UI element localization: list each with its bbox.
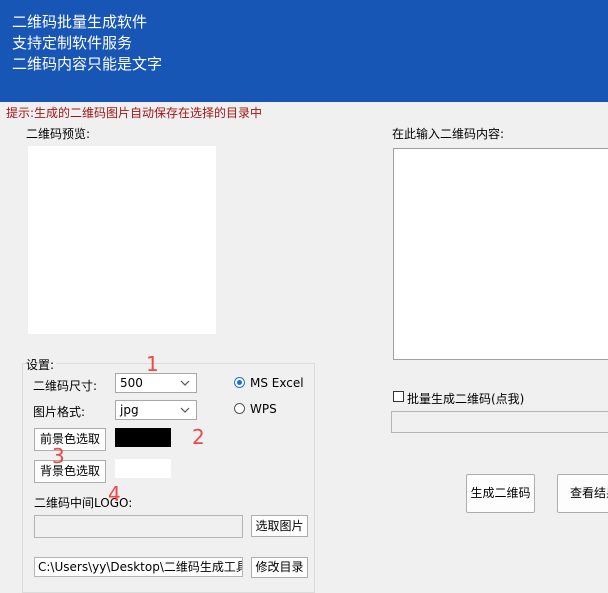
generate-button[interactable]: 生成二维码 — [466, 474, 535, 513]
foreground-color-swatch — [115, 428, 171, 447]
annotation-number: 3 — [52, 444, 65, 468]
pick-image-button[interactable]: 选取图片 — [251, 515, 308, 537]
preview-label: 二维码预览: — [26, 127, 91, 141]
tip-text: 提示:生成的二维码图片自动保存在选择的目录中 — [6, 106, 263, 120]
logo-path-field[interactable] — [34, 515, 243, 538]
batch-checkbox-label: 批量生成二维码(点我) — [407, 392, 525, 406]
output-dir-field[interactable]: C:\Users\yy\Desktop\二维码生成工具 — [34, 557, 243, 577]
header-subtitle: 支持定制软件服务 — [12, 34, 133, 52]
radio-wps-label: WPS — [250, 402, 277, 416]
size-value: 500 — [120, 376, 143, 390]
qr-preview — [28, 146, 216, 334]
header-note: 二维码内容只能是文字 — [12, 55, 163, 73]
size-select[interactable]: 500 — [115, 373, 197, 393]
size-label: 二维码尺寸: — [33, 379, 98, 393]
change-dir-button[interactable]: 修改目录 — [251, 557, 308, 578]
batch-progress-bar — [391, 411, 608, 433]
format-select[interactable]: jpg — [115, 400, 197, 420]
format-label: 图片格式: — [33, 405, 86, 419]
annotation-number: 1 — [146, 352, 159, 376]
view-results-button[interactable]: 查看结果 — [557, 474, 608, 513]
radio-ms-excel-label: MS Excel — [250, 376, 304, 390]
format-value: jpg — [120, 403, 139, 417]
foreground-color-button[interactable]: 前景色选取 — [34, 428, 106, 451]
settings-title: 设置: — [26, 356, 57, 373]
background-color-swatch — [115, 459, 171, 478]
output-dir-value: C:\Users\yy\Desktop\二维码生成工具 — [38, 560, 243, 574]
chevron-down-icon — [180, 407, 190, 413]
annotation-number: 4 — [108, 482, 121, 506]
content-textarea[interactable] — [393, 148, 608, 360]
annotation-number: 2 — [192, 425, 205, 449]
background-color-button[interactable]: 背景色选取 — [34, 460, 106, 483]
radio-ms-excel[interactable] — [234, 377, 245, 388]
chevron-down-icon — [180, 380, 190, 386]
radio-wps[interactable] — [234, 403, 245, 414]
batch-checkbox[interactable] — [393, 391, 404, 402]
content-label: 在此输入二维码内容: — [392, 127, 505, 141]
header-banner: 二维码批量生成软件 支持定制软件服务 二维码内容只能是文字 — [0, 0, 608, 102]
header-title: 二维码批量生成软件 — [12, 13, 148, 31]
